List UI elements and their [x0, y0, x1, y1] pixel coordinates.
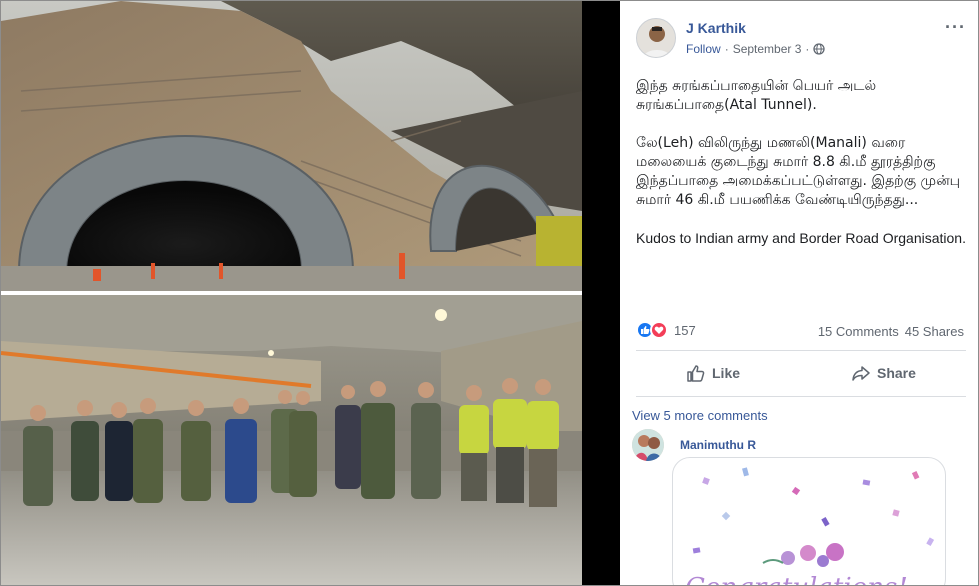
author-avatar[interactable]: [636, 18, 676, 58]
thumbs-up-icon: [687, 365, 705, 382]
engagement-stats: 15 Comments 45 Shares: [818, 324, 964, 339]
congratulations-sticker-image: Congratulations!: [685, 467, 935, 586]
meta-separator-2: ·: [805, 42, 810, 56]
like-button[interactable]: Like: [686, 363, 740, 383]
more-options-icon[interactable]: ···: [945, 17, 966, 38]
person-photo-icon: [632, 429, 664, 461]
comment-sticker: Congratulations!: [672, 457, 946, 586]
reaction-count: 157: [674, 322, 696, 338]
flower-decoration: [762, 543, 844, 567]
post-date-link[interactable]: September 3: [733, 42, 802, 56]
reactions-summary[interactable]: 157: [636, 321, 696, 339]
divider-bottom: [636, 396, 966, 397]
commenter-name-link[interactable]: Manimuthu R: [680, 438, 756, 452]
person-photo-icon: [637, 19, 675, 57]
share-button[interactable]: Share: [851, 363, 916, 383]
meta-separator: ·: [724, 42, 729, 56]
share-label: Share: [877, 365, 916, 381]
comments-count-link[interactable]: 15 Comments: [818, 324, 899, 339]
globe-icon[interactable]: [813, 43, 826, 55]
divider-top: [636, 350, 966, 351]
post-meta: Follow · September 3 ·: [686, 42, 826, 56]
share-arrow-icon: [852, 366, 870, 381]
sticker-text: Congratulations!: [685, 573, 908, 586]
post-text-paragraph-3: Kudos to Indian army and Border Road Org…: [636, 230, 966, 246]
photo-viewer-gutter: [582, 1, 620, 585]
post-text: இந்த சுரங்கப்பாதையின் பெயர் அடல் சுரங்கப…: [636, 77, 966, 267]
commenter-avatar[interactable]: [632, 429, 664, 461]
love-reaction-icon: [650, 321, 668, 339]
post-details-panel: J Karthik Follow · September 3 · ··· இந்…: [620, 1, 978, 586]
tunnel-collage-image: [1, 1, 582, 585]
post-photo[interactable]: [1, 1, 582, 585]
author-name-link[interactable]: J Karthik: [686, 20, 746, 36]
post-text-paragraph-1: இந்த சுரங்கப்பாதையின் பெயர் அடல் சுரங்கப…: [636, 78, 877, 113]
post-text-paragraph-2: லே(Leh) விலிருந்து மணலி(Manali) வரை மலைய…: [636, 135, 961, 208]
shares-count-link[interactable]: 45 Shares: [905, 324, 964, 339]
facebook-photo-viewer: J Karthik Follow · September 3 · ··· இந்…: [0, 0, 979, 586]
follow-link[interactable]: Follow: [686, 42, 721, 56]
view-more-comments-link[interactable]: View 5 more comments: [632, 408, 768, 423]
like-label: Like: [712, 365, 741, 381]
